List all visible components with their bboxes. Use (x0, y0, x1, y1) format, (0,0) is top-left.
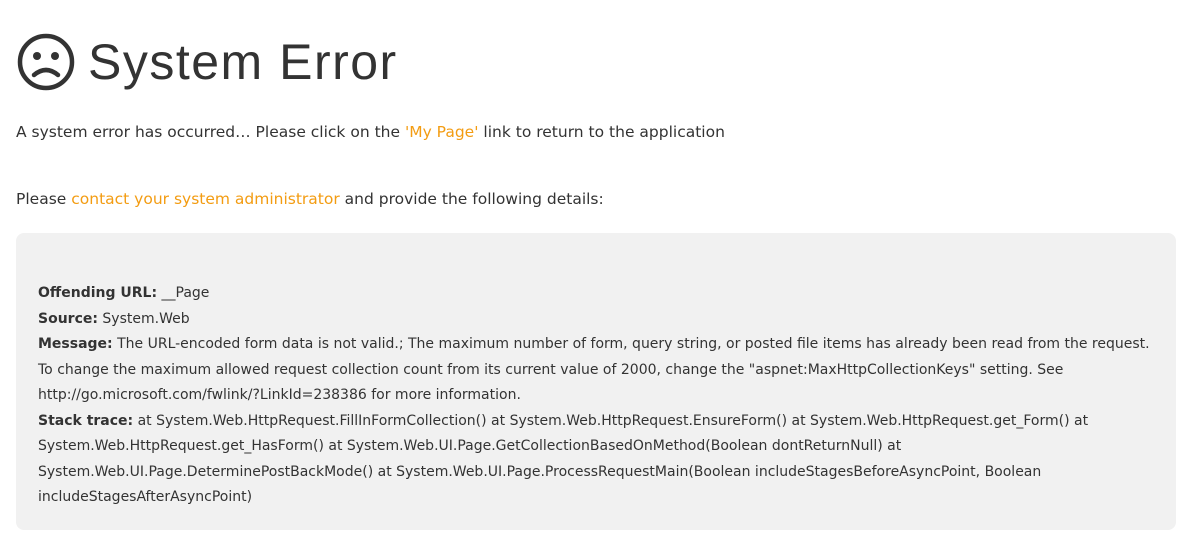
contact-prefix: Please (16, 190, 72, 208)
sad-face-icon (17, 33, 75, 91)
error-message-prefix: A system error has occurred… Please clic… (16, 123, 405, 141)
page-header: System Error (16, 32, 398, 92)
stack-trace-label: Stack trace: (38, 412, 134, 429)
contact-suffix: and provide the following details: (339, 190, 604, 208)
contact-admin-link[interactable]: contact your system administrator (71, 190, 340, 208)
offending-url-value: __Page (157, 285, 210, 301)
source-row: Source: System.Web (38, 307, 1154, 333)
offending-url-row: Offending URL: __Page (38, 281, 1154, 307)
error-details-panel: Offending URL: __Page Source: System.Web… (16, 233, 1176, 530)
stack-trace-value: at System.Web.HttpRequest.FillInFormColl… (38, 412, 1089, 506)
error-message-suffix: link to return to the application (478, 123, 725, 141)
my-page-link[interactable]: 'My Page' (405, 123, 479, 141)
error-message: A system error has occurred… Please clic… (16, 120, 725, 144)
page-title: System Error (88, 34, 398, 90)
stack-trace-row: Stack trace: at System.Web.HttpRequest.F… (38, 409, 1154, 511)
message-label: Message: (38, 336, 113, 352)
source-label: Source: (38, 310, 98, 327)
message-value: The URL-encoded form data is not valid.;… (38, 336, 1150, 403)
message-row: Message: The URL-encoded form data is no… (38, 332, 1154, 409)
contact-instructions: Please contact your system administrator… (16, 187, 604, 211)
source-value: System.Web (97, 310, 190, 327)
offending-url-label: Offending URL: (38, 285, 158, 301)
